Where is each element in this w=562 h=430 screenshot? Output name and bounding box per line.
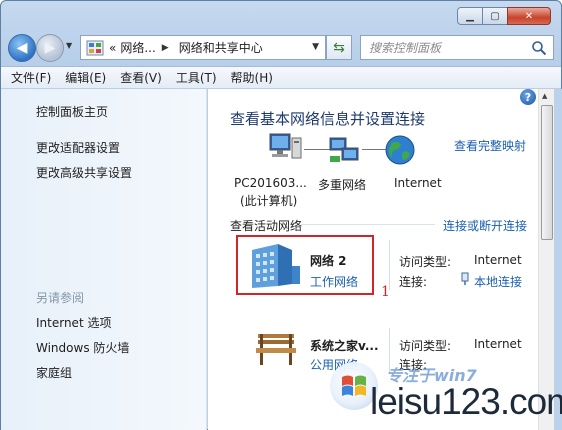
search-input[interactable]: 搜索控制面板 <box>360 35 554 60</box>
arrow-right-icon: ▶ <box>44 40 56 56</box>
scroll-up-icon[interactable]: ▲ <box>542 92 547 100</box>
windows-firewall-link[interactable]: Windows 防火墙 <box>36 339 129 356</box>
breadcrumb-network[interactable]: 网络... <box>120 39 155 56</box>
menu-bar: 文件(F) 编辑(E) 查看(V) 工具(T) 帮助(H) <box>1 66 561 88</box>
forward-button[interactable]: ▶ <box>36 34 64 62</box>
address-prefix[interactable]: « <box>109 41 116 55</box>
view-full-map-link[interactable]: 查看完整映射 <box>454 137 526 154</box>
minimize-button[interactable]: ▁ <box>457 7 483 25</box>
network-2-name: 系统之家v... <box>310 339 379 353</box>
ethernet-adapter-icon <box>461 272 469 285</box>
control-panel-icon <box>85 39 105 57</box>
page-title: 查看基本网络信息并设置连接 <box>230 110 426 128</box>
menu-file[interactable]: 文件(F) <box>11 69 51 86</box>
close-button[interactable]: ✕ <box>507 7 551 25</box>
menu-tools[interactable]: 工具(T) <box>176 69 217 86</box>
arrow-left-icon: ◀ <box>16 40 28 56</box>
address-bar[interactable]: « 网络... ▶ 网络和共享中心 ▼ <box>80 35 326 60</box>
menu-view[interactable]: 查看(V) <box>120 69 162 86</box>
link-line-1 <box>304 149 330 150</box>
menu-edit[interactable]: 编辑(E) <box>65 69 106 86</box>
network-1-access-label: 访问类型: <box>399 255 452 269</box>
breadcrumb-separator-icon[interactable]: ▶ <box>162 43 169 53</box>
menu-help[interactable]: 帮助(H) <box>231 69 273 86</box>
computer-icon <box>269 133 302 159</box>
homegroup-link[interactable]: 家庭组 <box>36 364 72 381</box>
public-network-bench-icon <box>256 334 296 365</box>
active-networks-heading: 查看活动网络 <box>230 219 303 233</box>
refresh-icon: ⇆ <box>333 39 345 56</box>
change-advanced-sharing-link[interactable]: 更改高级共享设置 <box>36 164 132 181</box>
vertical-scrollbar[interactable]: ▲ <box>538 89 554 430</box>
watermark-text: leisu123.com <box>370 381 562 422</box>
back-button[interactable]: ◀ <box>8 34 36 62</box>
network-1-separator <box>389 240 390 290</box>
network-1-connection-link[interactable]: 本地连接 <box>474 273 522 290</box>
connect-disconnect-link[interactable]: 连接或断开连接 <box>443 217 527 234</box>
network-2-access-value: Internet <box>474 337 522 351</box>
network-1-access-value: Internet <box>474 253 522 267</box>
multiple-networks-icon <box>329 137 359 162</box>
search-placeholder: 搜索控制面板 <box>369 41 442 55</box>
title-controls: ▁ ▢ ✕ <box>457 7 551 25</box>
change-adapter-settings-link[interactable]: 更改适配器设置 <box>36 139 120 156</box>
map-pc-sub: (此计算机) <box>240 194 298 208</box>
refresh-button[interactable]: ⇆ <box>326 35 352 60</box>
search-icon[interactable] <box>531 40 547 56</box>
section-divider <box>301 224 435 225</box>
navigation-bar: ◀ ▶ ▼ « 网络... ▶ 网络和共享中心 ▼ ⇆ 搜索控制面板 <box>8 32 554 62</box>
control-panel-home-link[interactable]: 控制面板主页 <box>36 103 108 120</box>
breadcrumb-sharing-center[interactable]: 网络和共享中心 <box>179 39 263 56</box>
link-line-2 <box>362 149 386 150</box>
internet-globe-icon <box>385 135 415 165</box>
map-network-label: 多重网络 <box>318 178 367 192</box>
window-border-right <box>554 89 562 430</box>
network-1-connection-label: 连接: <box>399 275 428 289</box>
internet-options-link[interactable]: Internet 选项 <box>36 314 111 331</box>
annotation-highlight-box <box>236 235 374 295</box>
recent-pages-dropdown-icon[interactable]: ▼ <box>66 41 72 50</box>
address-dropdown-icon[interactable]: ▼ <box>312 42 319 52</box>
help-icon[interactable]: ? <box>520 89 536 105</box>
map-internet-label: Internet <box>394 176 442 190</box>
map-pc-name: PC201603... <box>234 176 307 190</box>
network-2-access-label: 访问类型: <box>399 339 452 353</box>
see-also-heading: 另请参阅 <box>36 291 85 305</box>
scroll-thumb[interactable] <box>541 105 553 240</box>
maximize-button[interactable]: ▢ <box>482 7 508 25</box>
